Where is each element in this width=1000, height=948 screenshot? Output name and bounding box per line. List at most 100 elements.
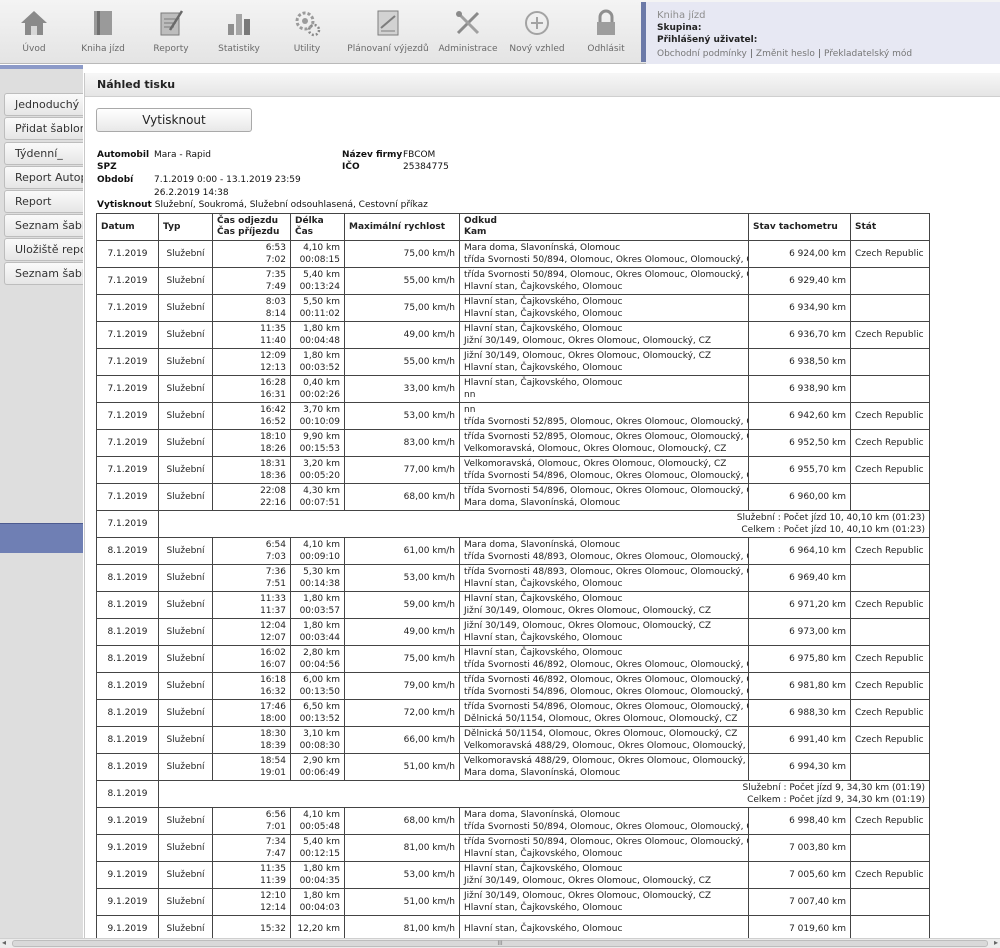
cell-times: 8:03 8:14 [212,294,291,322]
cell-distance: 3,70 km 00:10:09 [290,402,345,430]
table-row: 9.1.2019 Služební 12:10 12:14 1,80 km 00:04:0… [96,888,930,916]
cell-max-speed: 83,00 km/h [344,429,460,457]
cell-type: Služební [158,537,213,565]
toolbar-planning-button[interactable]: Plánovaní výjezdů [344,0,432,64]
cell-type: Služební [158,807,213,835]
reports-icon [160,10,184,36]
cell-date: 8.1.2019 [96,591,159,619]
cell-distance: 4,10 km 00:05:48 [290,807,345,835]
toolbar-administration-button[interactable]: Administrace [438,0,498,64]
table-row: 9.1.2019 Služební 7:34 7:47 5,40 km 00:12:15 8… [96,834,930,862]
cell-route: Hlavní stan, Čajkovského, Olomouc [459,915,749,938]
cell-max-speed: 51,00 km/h [344,753,460,781]
nav-report-autopay[interactable]: Report Autopa [4,166,83,189]
table-row: 7.1.2019 Služební 12:09 12:13 1,80 km 00:03:5… [96,348,930,376]
cell-state: Czech Republic [850,456,930,484]
cell-date: 7.1.2019 [96,375,159,403]
cell-state: Czech Republic [850,240,930,268]
cell-type: Služební [158,645,213,673]
cell-date: 7.1.2019 [96,240,159,268]
cell-odometer: 6 998,40 km [748,807,851,835]
cell-route: Mara doma, Slavonínská, Olomouc třída Svo… [459,537,749,565]
cell-date: 7.1.2019 [96,348,159,376]
home-icon [21,11,47,35]
table-row: 8.1.2019 Služební 18:54 19:01 2,90 km 00:06:4… [96,753,930,781]
cell-distance: 9,90 km 00:15:53 [290,429,345,457]
cell-route: Hlavní stan, Čajkovského, Olomouc nn [459,375,749,403]
meta-vehicle-value: Mara - Rapid [154,150,211,160]
cell-max-speed: 72,00 km/h [344,699,460,727]
cell-type: Služební [158,456,213,484]
cell-odometer: 6 938,50 km [748,348,851,376]
cell-type: Služební [158,861,213,889]
cell-max-speed: 75,00 km/h [344,240,460,268]
nav-simple-report[interactable]: Jednoduchý re [4,93,83,116]
change-password-link[interactable]: Změnit heslo [756,49,815,59]
cell-distance: 12,20 km [290,915,345,938]
day-summary-row: 7.1.2019 Služební : Počet jízd 10, 40,10 … [96,510,930,538]
header-odometer: Stav tachometru [748,213,851,241]
cell-route: třída Svornosti 46/892, Olomouc, Okres O… [459,672,749,700]
horizontal-scrollbar[interactable]: ◂ III ▸ [0,938,1000,948]
nav-report[interactable]: Report [4,190,83,213]
cell-date: 9.1.2019 [96,861,159,889]
scroll-left-arrow[interactable]: ◂ [2,938,6,947]
terms-link[interactable]: Obchodní podmínky [657,49,747,59]
cell-odometer: 6 924,00 km [748,240,851,268]
cell-state [850,834,930,862]
scroll-right-arrow[interactable]: ▸ [994,938,998,947]
toolbar-reports-button[interactable]: Reporty [142,0,200,64]
cell-max-speed: 66,00 km/h [344,726,460,754]
nav-template-list[interactable]: Seznam šablon [4,214,83,237]
toolbar-logout-button[interactable]: Odhlásit [578,0,634,64]
toolbar-logbook-button[interactable]: Kniha jízd [72,0,134,64]
cell-distance: 6,50 km 00:13:52 [290,699,345,727]
cell-route: Velkomoravská, Olomouc, Okres Olomouc, O… [459,456,749,484]
meta-company-label: Název firmy [342,150,403,160]
user-label: Přihlášený uživatel: [657,35,758,45]
cell-odometer: 6 994,30 km [748,753,851,781]
cell-date: 7.1.2019 [96,402,159,430]
table-row: 8.1.2019 Služební 16:18 16:32 6,00 km 00:13:5… [96,672,930,700]
cell-date: 8.1.2019 [96,564,159,592]
cell-type: Služební [158,591,213,619]
cell-odometer: 6 936,70 km [748,321,851,349]
scrollbar-thumb[interactable]: III [12,940,988,947]
cell-date: 8.1.2019 [96,618,159,646]
cell-state: Czech Republic [850,645,930,673]
cell-type: Služební [158,294,213,322]
nav-template-list-2[interactable]: Seznam šablon [4,262,83,285]
print-button[interactable]: Vytisknout [96,108,252,132]
lock-icon [597,9,615,35]
cell-max-speed: 77,00 km/h [344,456,460,484]
toolbar-new-look-button[interactable]: Nový vzhled [505,0,569,64]
cell-route: třída Svornosti 50/894, Olomouc, Okres O… [459,267,749,295]
nav-report-storage[interactable]: Uložiště report [4,238,83,261]
book-icon [94,11,112,35]
cell-max-speed: 81,00 km/h [344,834,460,862]
table-row: 7.1.2019 Služební 11:35 11:40 1,80 km 00:04:4… [96,321,930,349]
table-row: 8.1.2019 Služební 17:46 18:00 6,50 km 00:13:5… [96,699,930,727]
toolbar-utility-button[interactable]: Utility [278,0,336,64]
nav-weekly[interactable]: Týdenní_ [4,142,83,165]
nav-add-template[interactable]: Přidat šablonu [4,117,83,140]
cell-max-speed: 51,00 km/h [344,888,460,916]
cell-times: 18:31 18:36 [212,456,291,484]
translation-mode-link[interactable]: Překladatelský mód [824,49,912,59]
cell-state: Czech Republic [850,429,930,457]
meta-spz-label: SPZ [97,162,117,172]
cell-route: třída Svornosti 54/896, Olomouc, Okres O… [459,699,749,727]
link-separator: | [749,49,753,59]
cell-day-summary: Služební : Počet jízd 9, 34,30 km (01:19… [158,780,930,808]
toolbar-home-button[interactable]: Úvod [4,0,64,64]
cell-distance: 2,90 km 00:06:49 [290,753,345,781]
toolbar-statistics-button[interactable]: Statistiky [208,0,270,64]
cell-type: Služební [158,564,213,592]
cell-state [850,348,930,376]
cell-route: Dělnická 50/1154, Olomouc, Okres Olomouc… [459,726,749,754]
cell-max-speed: 81,00 km/h [344,915,460,938]
cell-times: 16:18 16:32 [212,672,291,700]
cell-route: Jižní 30/149, Olomouc, Okres Olomouc, Ol… [459,888,749,916]
cell-odometer: 6 988,30 km [748,699,851,727]
cell-odometer: 6 938,90 km [748,375,851,403]
